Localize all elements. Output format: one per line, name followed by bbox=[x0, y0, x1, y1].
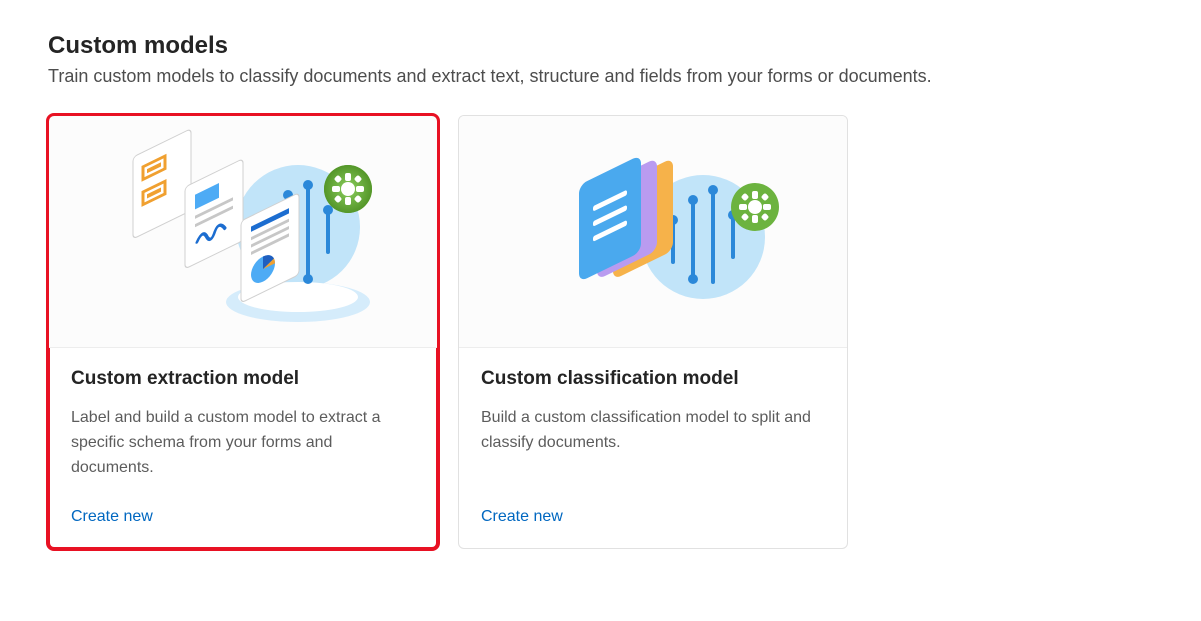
card-desc-extraction: Label and build a custom model to extrac… bbox=[71, 406, 415, 480]
classification-illustration bbox=[459, 116, 847, 348]
card-title-classification: Custom classification model bbox=[481, 368, 825, 390]
card-desc-classification: Build a custom classification model to s… bbox=[481, 406, 825, 480]
cards-row: Custom extraction model Label and build … bbox=[48, 115, 1153, 549]
card-custom-extraction[interactable]: Custom extraction model Label and build … bbox=[48, 115, 438, 549]
card-custom-classification[interactable]: Custom classification model Build a cust… bbox=[458, 115, 848, 549]
page-title: Custom models bbox=[48, 32, 1153, 60]
create-new-extraction-link[interactable]: Create new bbox=[71, 508, 153, 526]
extraction-illustration bbox=[49, 116, 437, 348]
create-new-classification-link[interactable]: Create new bbox=[481, 508, 563, 526]
card-title-extraction: Custom extraction model bbox=[71, 368, 415, 390]
documents-gear-icon bbox=[93, 127, 393, 337]
page-subtitle: Train custom models to classify document… bbox=[48, 66, 1153, 87]
stacked-docs-gear-icon bbox=[503, 127, 803, 337]
